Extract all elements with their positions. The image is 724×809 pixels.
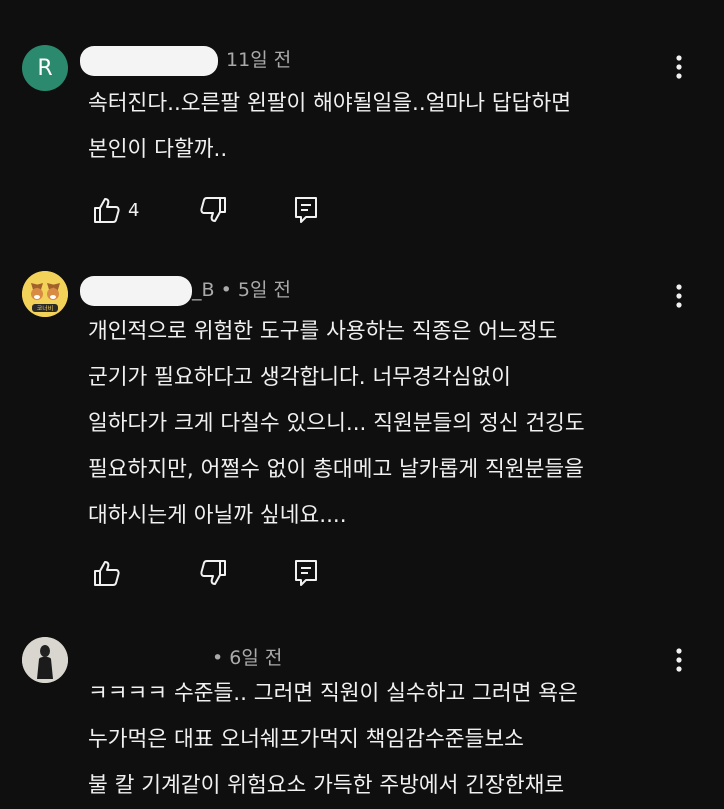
meta-separator: • xyxy=(212,647,224,669)
reply-icon xyxy=(295,560,317,586)
comment-line: 개인적으로 위험한 도구를 사용하는 직종은 어느정도 xyxy=(88,319,558,344)
comment-time[interactable]: 5일 전 xyxy=(238,279,291,301)
reply-button[interactable] xyxy=(293,555,319,591)
reply-icon xyxy=(295,197,317,223)
comment-text: 속터진다..오른팔 왼팔이 해야될일을..얼마나 답답하면 본인이 다할까.. xyxy=(88,81,688,173)
like-count: 4 xyxy=(128,199,140,221)
avatar[interactable]: R xyxy=(22,45,68,91)
comment-line: 일하다가 크게 다칠수 있으니... 직원분들의 정신 건깅도 xyxy=(88,411,585,436)
comment-line: 본인이 다할까.. xyxy=(88,137,228,162)
avatar-letter: R xyxy=(37,55,53,81)
comment-text: 개인적으로 위험한 도구를 사용하는 직종은 어느정도 군기가 필요하다고 생각… xyxy=(88,309,688,539)
comment-line: 군기가 필요하다고 생각합니다. 너무경각심없이 xyxy=(88,365,511,390)
more-vert-icon xyxy=(676,55,682,79)
thumb-up-icon xyxy=(94,198,120,223)
comment-line: 필요하지만, 어쩔수 없이 총대메고 날카롭게 직원분들을 xyxy=(88,457,584,482)
dog-avatar-icon: 코너비 xyxy=(22,271,68,317)
comment-time[interactable]: 11일 전 xyxy=(226,49,291,71)
more-options-button[interactable] xyxy=(662,279,696,313)
author-suffix[interactable]: _B xyxy=(192,279,215,301)
avatar[interactable]: 코너비 xyxy=(22,271,68,317)
reply-button[interactable] xyxy=(293,192,319,228)
avatar-badge-text: 코너비 xyxy=(37,305,54,313)
comment-time[interactable]: 6일 전 xyxy=(229,647,282,669)
redacted-author xyxy=(80,45,218,76)
meta-separator: • xyxy=(220,279,232,301)
more-options-button[interactable] xyxy=(662,50,696,84)
comment-text: ㅋㅋㅋㅋ 수준들.. 그러면 직원이 실수하고 그러면 욕은 누가먹은 대표 오… xyxy=(88,671,688,809)
dislike-button[interactable] xyxy=(198,192,228,228)
redacted-author xyxy=(80,275,192,306)
comment-line: ㅋㅋㅋㅋ 수준들.. 그러면 직원이 실수하고 그러면 욕은 xyxy=(88,681,578,706)
more-vert-icon xyxy=(676,648,682,672)
person-avatar-icon xyxy=(22,637,68,683)
thumb-down-icon xyxy=(200,560,226,585)
thumb-up-icon xyxy=(94,561,120,586)
like-button[interactable] xyxy=(92,555,122,591)
comment-line: 불 칼 기계같이 위험요소 가득한 주방에서 긴장한채로 xyxy=(88,773,565,798)
comment-line: 누가먹은 대표 오너쉐프가먹지 책임감수준들보소 xyxy=(88,727,524,752)
more-vert-icon xyxy=(676,284,682,308)
thumb-down-icon xyxy=(200,197,226,222)
avatar[interactable] xyxy=(22,637,68,683)
comment-line: 속터진다..오른팔 왼팔이 해야될일을..얼마나 답답하면 xyxy=(88,91,572,116)
comment-meta: • 6일 전 xyxy=(212,643,282,670)
dislike-button[interactable] xyxy=(198,555,228,591)
like-button[interactable]: 4 xyxy=(92,192,139,228)
comment-meta: _B • 5일 전 xyxy=(80,275,291,306)
comment-meta: 11일 전 xyxy=(80,45,291,76)
comment-line: 대하시는게 아닐까 싶네요.... xyxy=(88,503,347,528)
